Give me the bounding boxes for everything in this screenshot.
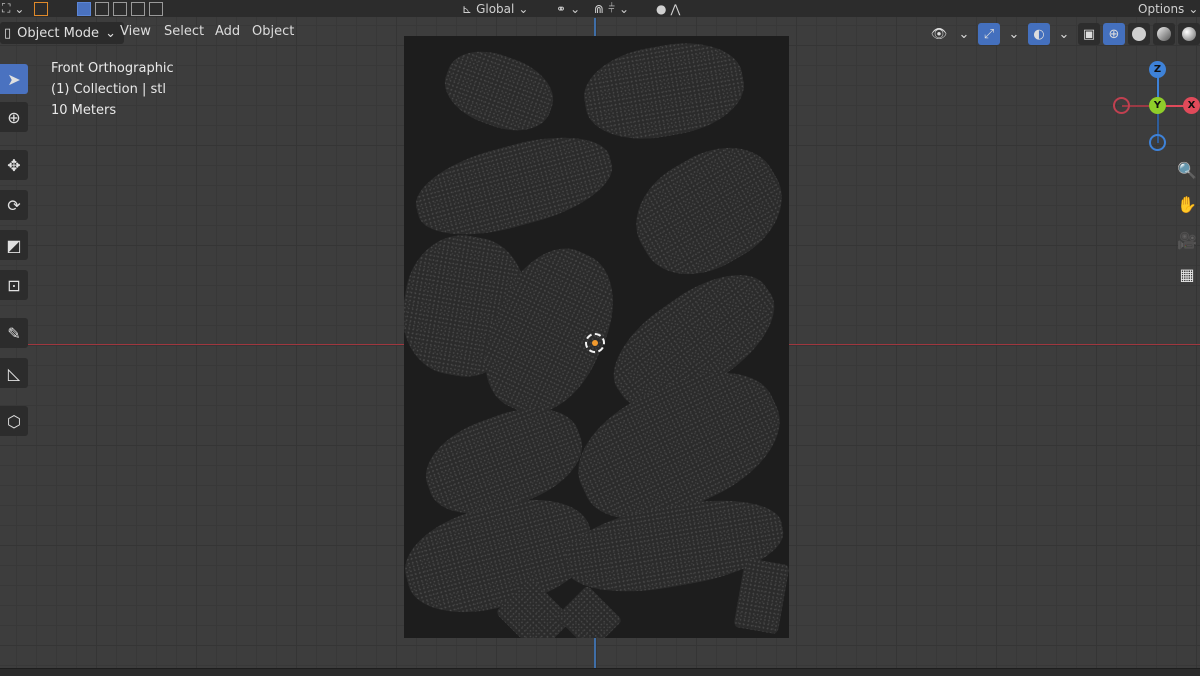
xray-toggle-icon[interactable]: ▣ <box>1078 23 1100 45</box>
add-cube-icon[interactable]: ⬡ <box>0 406 28 436</box>
select-intersect-icon[interactable] <box>149 1 163 16</box>
chevron-down-icon: ⌄ <box>14 1 25 16</box>
rotate-icon[interactable]: ⟳ <box>0 190 28 220</box>
object-mode-icon: ▯ <box>4 25 12 41</box>
select-box-icon[interactable]: ➤ <box>0 64 28 94</box>
viewport-header: ▯ Object Mode ⌄ View Select Add Object 👁… <box>0 21 1200 47</box>
proportional-edit-toggle[interactable]: ● ⋀ <box>656 0 680 17</box>
select-extend-icon[interactable] <box>95 1 109 16</box>
transform-orientation-select[interactable]: ⊾ Global ⌄ <box>462 0 528 17</box>
measure-icon[interactable]: ◺ <box>0 358 28 388</box>
gizmo-neg-z-axis[interactable] <box>1149 134 1166 151</box>
gizmo-z-axis[interactable]: Z <box>1149 61 1166 78</box>
selection-mode-buttons[interactable] <box>77 0 163 17</box>
menu-view[interactable]: View <box>120 24 151 39</box>
editor-type-button[interactable]: ⛶ ⌄ <box>2 0 24 17</box>
mode-label: Object Mode <box>17 25 100 41</box>
pivot-icon: ⚭ <box>556 1 567 16</box>
camera-icon[interactable]: 🎥 <box>1174 227 1200 253</box>
chevron-down-icon: ⌄ <box>618 1 630 16</box>
origin-point <box>592 340 598 346</box>
rendered-shading-icon[interactable] <box>1178 23 1200 45</box>
3d-viewport[interactable] <box>0 0 1200 675</box>
gizmo-toggle-icon[interactable]: ⤢ <box>978 23 1000 45</box>
menu-select[interactable]: Select <box>164 24 204 39</box>
grid-toggle-icon[interactable]: ▦ <box>1174 261 1200 287</box>
overlays-toggle-icon[interactable]: ◐ <box>1028 23 1050 45</box>
solid-shading-icon[interactable] <box>1128 23 1150 45</box>
transform-icon[interactable]: ⊡ <box>0 270 28 300</box>
chevron-down-icon[interactable]: ⌄ <box>953 23 975 45</box>
chevron-down-icon[interactable]: ⌄ <box>1053 23 1075 45</box>
pivot-select[interactable]: ⚭ ⌄ <box>556 0 580 17</box>
view-name: Front Orthographic <box>51 61 174 76</box>
chevron-down-icon: ⌄ <box>570 1 581 16</box>
viewport-shading-controls: 👁 ⌄ ⤢ ⌄ ◐ ⌄ ▣ ⊕ <box>928 23 1200 45</box>
scale-icon[interactable]: ◩ <box>0 230 28 260</box>
gizmo-neg-x-axis[interactable] <box>1113 97 1130 114</box>
visibility-icon[interactable]: 👁 <box>928 23 950 45</box>
top-toolbar: ⛶ ⌄ ⊾ Global ⌄ ⚭ ⌄ ⋒ ⫩ ⌄ ● ⋀ Options ⌄ <box>0 0 1200 17</box>
annotate-icon[interactable]: ✎ <box>0 318 28 348</box>
scale-label: 10 Meters <box>51 103 117 118</box>
cursor-tool-button[interactable] <box>34 0 48 17</box>
menu-add[interactable]: Add <box>215 24 240 39</box>
cursor-icon[interactable]: ⊕ <box>0 102 28 132</box>
snap-grid-icon: ⫩ <box>608 1 615 15</box>
viewport-info: Front Orthographic (1) Collection | stl … <box>51 58 174 121</box>
orientation-icon: ⊾ <box>462 1 473 16</box>
zoom-icon[interactable]: 🔍 <box>1174 157 1200 183</box>
pan-hand-icon[interactable]: ✋ <box>1174 191 1200 217</box>
material-shading-icon[interactable] <box>1153 23 1175 45</box>
chevron-down-icon: ⌄ <box>1188 1 1199 16</box>
chevron-down-icon[interactable]: ⌄ <box>1003 23 1025 45</box>
pointer-icon <box>34 1 48 16</box>
gizmo-y-axis[interactable]: Y <box>1149 97 1166 114</box>
snap-toggle[interactable]: ⋒ ⫩ ⌄ <box>594 0 629 17</box>
chevron-down-icon: ⌄ <box>518 1 529 16</box>
options-button[interactable]: Options ⌄ <box>1138 0 1198 17</box>
navigation-gizmo[interactable]: Z Y X <box>1105 58 1200 158</box>
options-label: Options <box>1138 1 1185 16</box>
proportional-icon: ● <box>656 1 667 16</box>
chevron-down-icon: ⌄ <box>105 25 116 41</box>
orientation-label: Global <box>476 1 515 16</box>
menu-object[interactable]: Object <box>252 24 294 39</box>
select-invert-icon[interactable] <box>131 1 145 16</box>
falloff-icon: ⋀ <box>670 1 681 16</box>
gizmo-x-axis[interactable]: X <box>1183 97 1200 114</box>
select-subtract-icon[interactable] <box>113 1 127 16</box>
wireframe-shading-icon[interactable]: ⊕ <box>1103 23 1125 45</box>
move-icon[interactable]: ✥ <box>0 150 28 180</box>
collection-label: (1) Collection | stl <box>51 82 166 97</box>
mode-select[interactable]: ▯ Object Mode ⌄ <box>0 22 124 44</box>
editor-icon: ⛶ <box>2 1 11 15</box>
select-new-icon[interactable] <box>77 1 91 16</box>
magnet-icon: ⋒ <box>594 1 605 16</box>
